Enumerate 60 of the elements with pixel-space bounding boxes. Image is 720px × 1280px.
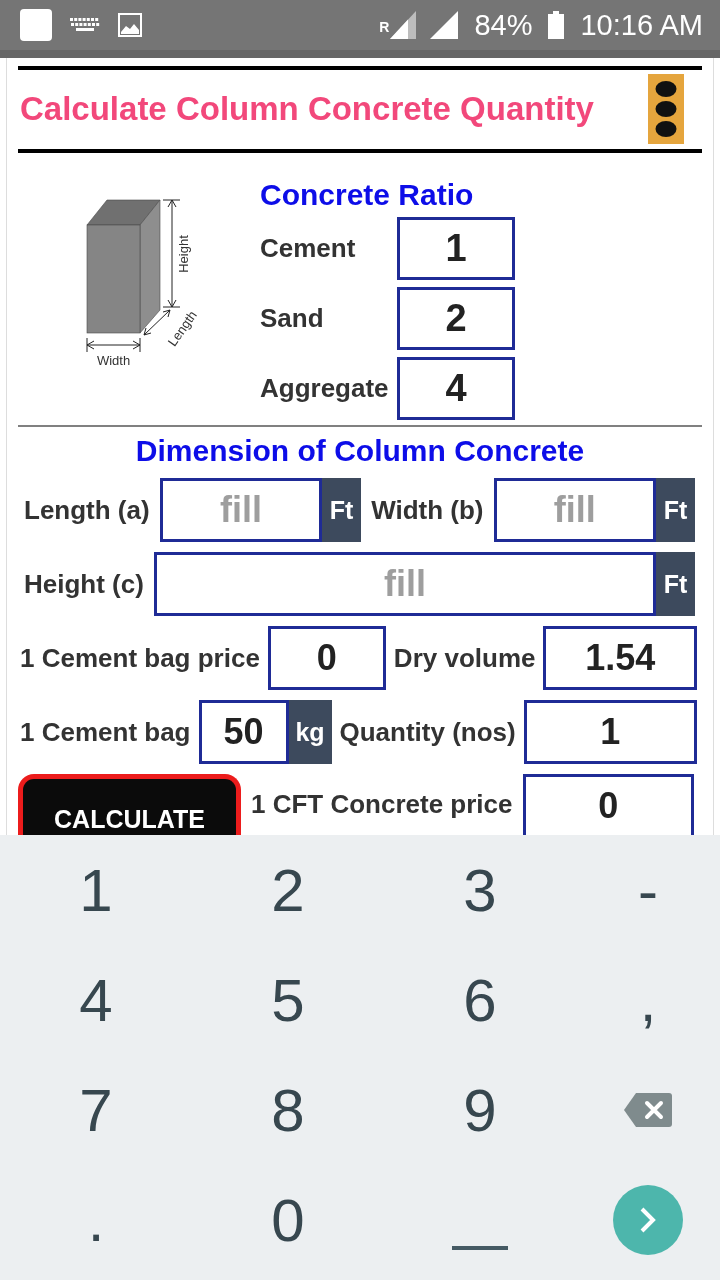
field-label: Length (a) — [24, 494, 150, 526]
keyboard-key[interactable]: 0 — [192, 1165, 384, 1275]
more-button[interactable] — [648, 74, 684, 144]
section-heading: Concrete Ratio — [260, 177, 475, 213]
width-arrow — [86, 337, 141, 353]
clock-time: 10:16 AM — [580, 8, 703, 42]
ratio-field[interactable]: 1 — [397, 217, 515, 280]
keyboard-key[interactable]: 5 — [192, 945, 384, 1055]
keyboard-key[interactable]: . — [0, 1165, 192, 1275]
keyboard-key[interactable]: 9 — [384, 1055, 576, 1165]
value-field[interactable]: 0 — [522, 774, 694, 835]
square-icon — [20, 9, 52, 41]
dimension-field[interactable]: fill — [153, 552, 656, 616]
keyboard-key[interactable]: 3 — [384, 835, 576, 945]
ratio-field[interactable]: 4 — [397, 357, 515, 420]
battery-icon — [548, 11, 565, 39]
height-label: Height — [176, 235, 191, 273]
backspace-icon — [624, 1093, 672, 1127]
keyboard-key[interactable]: 8 — [192, 1055, 384, 1165]
field-label: 1 Cement bag — [20, 716, 191, 748]
keyboard-key[interactable]: 1 — [0, 835, 192, 945]
value-field[interactable]: 0 — [267, 626, 386, 690]
signal-icon — [430, 11, 459, 39]
value-field[interactable]: 1.54 — [543, 626, 697, 690]
value-field[interactable]: 50 — [198, 700, 289, 764]
more-icon — [655, 80, 677, 138]
keyboard-key[interactable]: 7 — [0, 1055, 192, 1165]
keyboard-key[interactable]: 6 — [384, 945, 576, 1055]
battery-percent: 84% — [474, 8, 533, 42]
field-label: Aggregate — [260, 373, 390, 404]
field-label: 1 Cement bag price — [20, 642, 260, 674]
field-label: Height (c) — [24, 568, 144, 600]
section-heading: Dimension of Column Concrete — [134, 433, 586, 469]
unit-label: Ft — [656, 478, 695, 542]
keyboard-key[interactable]: 4 — [0, 945, 192, 1055]
keyboard-key[interactable]: , — [576, 945, 720, 1055]
unit-label: Ft — [656, 552, 695, 616]
field-label: 1 CFT Concrete price — [251, 789, 513, 820]
keyboard-key[interactable]: - — [576, 835, 720, 945]
chevron-icon — [640, 1207, 656, 1233]
ratio-field[interactable]: 2 — [397, 287, 515, 350]
unit-label: Ft — [322, 478, 362, 542]
width-label: Width — [96, 353, 131, 368]
page-title: Calculate Column Concrete Quantity — [20, 90, 594, 128]
dimension-field[interactable]: fill — [493, 478, 656, 542]
field-label: Dry volume — [393, 642, 536, 674]
field-label: Sand — [260, 303, 325, 334]
field-label: Cement — [260, 233, 357, 264]
signal-icon — [390, 11, 417, 39]
keyboard-icon — [70, 18, 100, 32]
calculate-button[interactable]: CALCULATE — [18, 774, 241, 835]
field-label: Width (b) — [371, 494, 484, 526]
roaming-label: R — [379, 18, 390, 35]
field-label: Quantity (nos) — [339, 716, 516, 748]
value-field[interactable]: 1 — [523, 700, 697, 764]
image-icon — [118, 13, 142, 37]
space-icon — [452, 1246, 508, 1250]
dimension-field[interactable]: fill — [159, 478, 323, 542]
unit-label: kg — [288, 700, 332, 764]
keyboard-key[interactable]: 2 — [192, 835, 384, 945]
